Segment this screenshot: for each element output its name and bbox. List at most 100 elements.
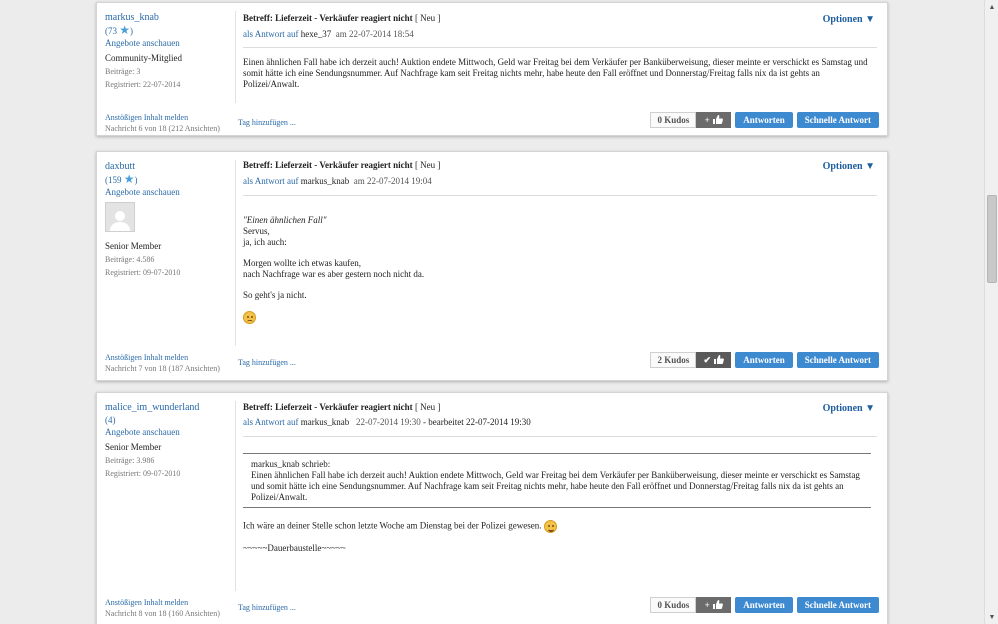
report-link[interactable]: Anstößigen Inhalt melden <box>105 597 220 608</box>
author-posts-count: Beiträge: 4.586 <box>105 255 155 264</box>
reply-button[interactable]: Antworten <box>735 112 793 128</box>
signature: ~~~~~Dauerbaustelle~~~~~ <box>243 543 346 553</box>
post-actions: 2 Kudos ✔ Antworten Schnelle Antwort <box>650 352 879 368</box>
quote-block: markus_knab schrieb: Einen ähnlichen Fal… <box>243 453 871 508</box>
add-tag-link[interactable]: Tag hinzufügen ... <box>238 118 296 127</box>
post-byline: als Antwort auf hexe_37 am 22-07-2014 18… <box>243 29 414 39</box>
star-icon: ★ <box>123 172 135 186</box>
scrollbar-thumb[interactable] <box>987 195 997 283</box>
author-registered: Registriert: 09-07-2010 <box>105 268 181 277</box>
add-tag-link[interactable]: Tag hinzufügen ... <box>238 603 296 612</box>
quick-reply-button[interactable]: Schnelle Antwort <box>796 112 879 128</box>
header-divider <box>243 195 877 196</box>
author-panel: malice_im_wunderland (4) Angebote anscha… <box>105 401 231 479</box>
post-byline: als Antwort auf markus_knab 22-07-2014 1… <box>243 417 531 427</box>
reply-to-link[interactable]: als Antwort auf <box>243 417 299 427</box>
header-divider <box>243 436 877 437</box>
quoted-phrase: "Einen ähnlichen Fall" <box>243 215 327 225</box>
options-menu[interactable]: Optionen ▼ <box>823 403 875 414</box>
options-menu[interactable]: Optionen ▼ <box>823 14 875 25</box>
view-offers-link[interactable]: Angebote anschauen <box>105 427 180 437</box>
author-rank: Community-Mitglied <box>105 53 183 63</box>
plus-icon: + <box>704 115 710 125</box>
author-score[interactable]: (4) <box>105 414 231 426</box>
reply-to-link[interactable]: als Antwort auf <box>243 176 299 186</box>
author-score[interactable]: (159 ★) <box>105 172 138 186</box>
check-icon: ✔ <box>703 354 712 365</box>
author-username[interactable]: daxbutt <box>105 161 135 172</box>
scroll-up-arrow-icon[interactable]: ▲ <box>985 0 998 14</box>
post-actions: 0 Kudos + Antworten Schnelle Antwort <box>650 597 879 613</box>
view-offers-link[interactable]: Angebote anschauen <box>105 38 180 48</box>
give-kudos-button[interactable]: + <box>696 112 732 128</box>
default-avatar-icon <box>110 211 130 231</box>
kudos-count: 2 Kudos <box>650 352 697 368</box>
author-posts-count: Beiträge: 3.986 <box>105 456 155 465</box>
column-divider <box>235 401 236 591</box>
sad-face-icon <box>243 311 256 324</box>
author-rank: Senior Member <box>105 442 162 452</box>
post-footer-info: Anstößigen Inhalt melden Nachricht 6 von… <box>105 112 220 134</box>
reply-to-user[interactable]: hexe_37 <box>301 29 332 39</box>
thumbs-up-icon <box>712 599 723 611</box>
chevron-down-icon: ▼ <box>865 14 875 25</box>
reply-to-link[interactable]: als Antwort auf <box>243 29 299 39</box>
message-count: Nachricht 7 von 18 (187 Ansichten) <box>105 364 220 373</box>
post-date: 22-07-2014 19:30 <box>356 417 421 427</box>
column-divider <box>235 160 236 346</box>
kudos-count: 0 Kudos <box>650 597 697 613</box>
post-actions: 0 Kudos + Antworten Schnelle Antwort <box>650 112 879 128</box>
chevron-down-icon: ▼ <box>865 403 875 414</box>
author-username[interactable]: markus_knab <box>105 12 159 23</box>
author-panel: daxbutt (159 ★) Angebote anschauen Senio… <box>105 160 231 278</box>
author-registered: Registriert: 09-07-2010 <box>105 469 181 478</box>
kudos-count: 0 Kudos <box>650 112 697 128</box>
author-registered: Registriert: 22-07-2014 <box>105 80 181 89</box>
quote-author: markus_knab schrieb: <box>251 459 331 469</box>
message-count: Nachricht 8 von 18 (160 Ansichten) <box>105 609 220 618</box>
laughing-face-icon <box>543 520 557 533</box>
post-3: malice_im_wunderland (4) Angebote anscha… <box>96 392 888 624</box>
scroll-down-arrow-icon[interactable]: ▼ <box>985 610 998 624</box>
post-date: 22-07-2014 18:54 <box>349 29 414 39</box>
reply-to-user[interactable]: markus_knab <box>301 176 350 186</box>
post-footer-info: Anstößigen Inhalt melden Nachricht 7 von… <box>105 352 220 374</box>
header-divider <box>243 47 877 48</box>
report-link[interactable]: Anstößigen Inhalt melden <box>105 352 220 363</box>
post-body: markus_knab schrieb: Einen ähnlichen Fal… <box>243 453 871 564</box>
post-date: 22-07-2014 19:04 <box>367 176 432 186</box>
author-rank: Senior Member <box>105 241 162 251</box>
reply-to-user[interactable]: markus_knab <box>301 417 350 427</box>
options-menu[interactable]: Optionen ▼ <box>823 161 875 172</box>
kudos-given-button[interactable]: ✔ <box>696 352 732 368</box>
message-count: Nachricht 6 von 18 (212 Ansichten) <box>105 124 220 133</box>
post-1: markus_knab (73 ★) Angebote anschauen Co… <box>96 2 888 136</box>
author-posts-count: Beiträge: 3 <box>105 67 141 76</box>
reply-button[interactable]: Antworten <box>735 597 793 613</box>
give-kudos-button[interactable]: + <box>696 597 732 613</box>
thumbs-up-icon <box>714 354 724 366</box>
thumbs-up-icon <box>712 114 723 126</box>
post-subject: Betreff: Lieferzeit - Verkäufer reagiert… <box>243 13 441 23</box>
view-offers-link[interactable]: Angebote anschauen <box>105 187 180 197</box>
quote-text: Einen ähnlichen Fall habe ich derzeit au… <box>251 470 860 502</box>
page-scrollbar[interactable]: ▲ ▼ <box>984 0 998 624</box>
column-divider <box>235 11 236 103</box>
quick-reply-button[interactable]: Schnelle Antwort <box>796 597 879 613</box>
post-subject: Betreff: Lieferzeit - Verkäufer reagiert… <box>243 160 441 170</box>
post-body: "Einen ähnlichen Fall" Servus, ja, ich a… <box>243 215 875 324</box>
author-username[interactable]: malice_im_wunderland <box>105 402 199 413</box>
avatar[interactable] <box>105 202 135 232</box>
post-subject: Betreff: Lieferzeit - Verkäufer reagiert… <box>243 402 441 412</box>
chevron-down-icon: ▼ <box>865 161 875 172</box>
post-2: daxbutt (159 ★) Angebote anschauen Senio… <box>96 151 888 381</box>
add-tag-link[interactable]: Tag hinzufügen ... <box>238 358 296 367</box>
star-icon: ★ <box>119 23 131 37</box>
reply-button[interactable]: Antworten <box>735 352 793 368</box>
report-link[interactable]: Anstößigen Inhalt melden <box>105 112 220 123</box>
post-body: Einen ähnlichen Fall habe ich derzeit au… <box>243 57 868 89</box>
post-byline: als Antwort auf markus_knab am 22-07-201… <box>243 176 432 186</box>
author-panel: markus_knab (73 ★) Angebote anschauen Co… <box>105 11 231 90</box>
quick-reply-button[interactable]: Schnelle Antwort <box>796 352 879 368</box>
author-score[interactable]: (73 ★) <box>105 23 133 37</box>
